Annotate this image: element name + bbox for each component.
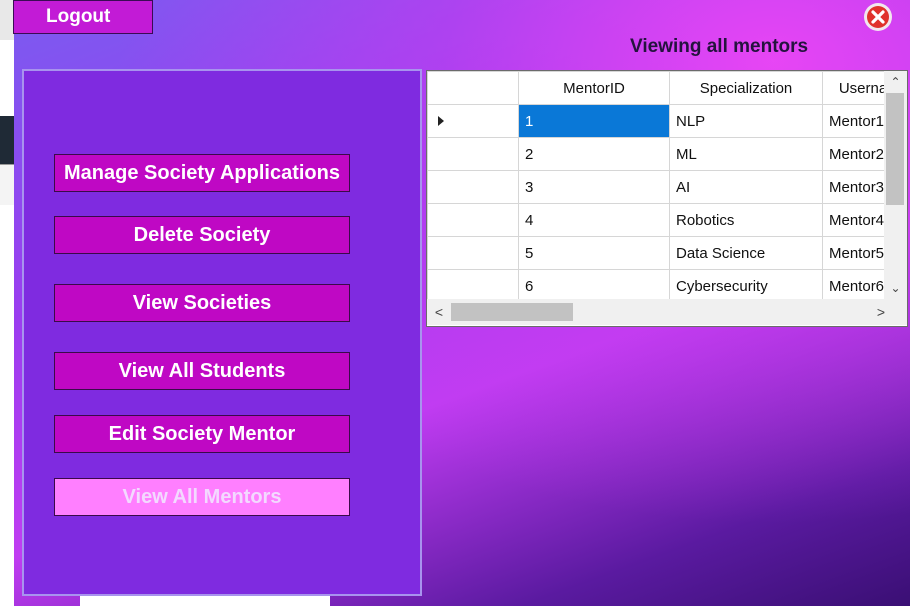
column-header-specialization[interactable]: Specialization [669,71,823,105]
horizontal-scrollbar[interactable]: < > [427,299,907,325]
mentors-data-grid[interactable]: MentorID Specialization Userna 1 NLP Men… [426,70,908,327]
scroll-right-icon[interactable]: > [869,299,893,325]
page-title: Viewing all mentors [630,36,809,57]
cell-specialization[interactable]: NLP [669,104,823,138]
cell-mentorid[interactable]: 1 [518,104,670,138]
underlying-window-edge [0,0,14,606]
side-panel: Manage Society Applications Delete Socie… [22,69,422,596]
table-row[interactable]: 1 NLP Mentor1 [427,104,904,138]
scroll-up-icon[interactable]: ⌃ [884,71,907,93]
row-header[interactable] [427,203,519,237]
cell-specialization[interactable]: Data Science [669,236,823,270]
cell-specialization[interactable]: ML [669,137,823,171]
grid-header-row: MentorID Specialization Userna [427,71,904,105]
table-row[interactable]: 2 ML Mentor2 [427,137,904,171]
table-row[interactable]: 5 Data Science Mentor5 [427,236,904,270]
table-row[interactable]: 3 AI Mentor3 [427,170,904,204]
row-header[interactable] [427,170,519,204]
cell-mentorid[interactable]: 4 [518,203,670,237]
table-row[interactable]: 4 Robotics Mentor4 [427,203,904,237]
row-header[interactable] [427,269,519,303]
scroll-left-icon[interactable]: < [427,299,451,325]
row-header[interactable] [427,236,519,270]
cell-mentorid[interactable]: 5 [518,236,670,270]
row-header[interactable] [427,104,519,138]
view-all-students-button[interactable]: View All Students [54,352,350,390]
current-row-pointer-icon [438,116,444,126]
scroll-down-icon[interactable]: ⌄ [884,277,907,299]
vertical-scrollbar[interactable]: ⌃ ⌄ [884,71,907,299]
table-row[interactable]: 6 Cybersecurity Mentor6 [427,269,904,303]
view-all-mentors-button[interactable]: View All Mentors [54,478,350,516]
horizontal-scroll-thumb[interactable] [451,303,573,321]
close-icon[interactable] [864,3,892,31]
vertical-scroll-thumb[interactable] [886,93,904,205]
column-header-mentorid[interactable]: MentorID [518,71,670,105]
view-societies-button[interactable]: View Societies [54,284,350,322]
cell-mentorid[interactable]: 2 [518,137,670,171]
cell-mentorid[interactable]: 6 [518,269,670,303]
underlying-window-edge-bottom [80,596,330,606]
cell-mentorid[interactable]: 3 [518,170,670,204]
manage-society-applications-button[interactable]: Manage Society Applications [54,154,350,192]
cell-specialization[interactable]: AI [669,170,823,204]
row-header-corner [427,71,519,105]
row-header[interactable] [427,137,519,171]
edit-society-mentor-button[interactable]: Edit Society Mentor [54,415,350,453]
logout-button[interactable]: Logout [13,0,153,34]
delete-society-button[interactable]: Delete Society [54,216,350,254]
cell-specialization[interactable]: Robotics [669,203,823,237]
cell-specialization[interactable]: Cybersecurity [669,269,823,303]
